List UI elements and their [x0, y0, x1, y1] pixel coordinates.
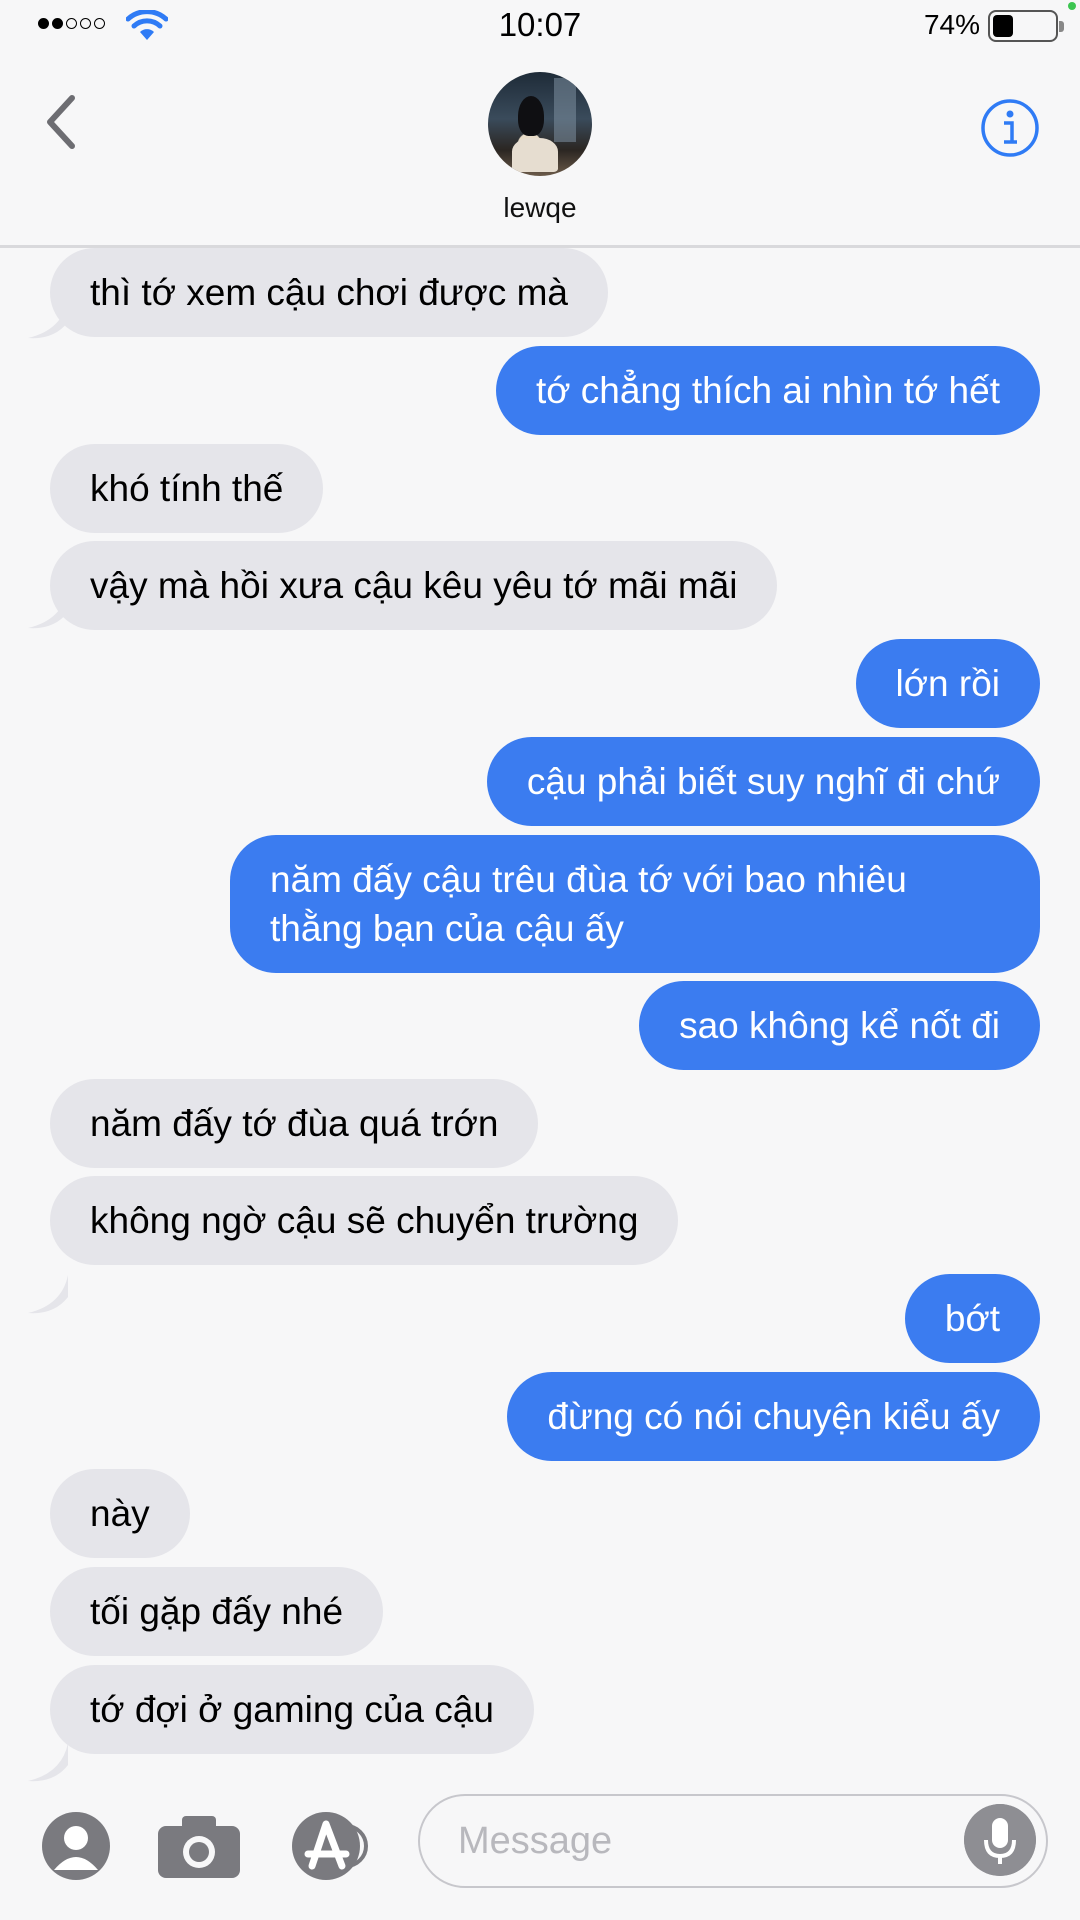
- message-incoming[interactable]: tớ đợi ở gaming của cậu: [50, 1665, 534, 1754]
- message-outgoing[interactable]: lớn rồi: [855, 639, 1040, 728]
- message-outgoing[interactable]: bớt: [904, 1274, 1040, 1363]
- battery-percentage: 74%: [923, 9, 980, 40]
- contact-avatar[interactable]: [488, 72, 592, 176]
- clock: 10:07: [498, 6, 582, 43]
- message-outgoing[interactable]: tớ chẳng thích ai nhìn tớ hết: [495, 346, 1040, 435]
- message-placeholder: Message: [458, 1820, 613, 1862]
- info-icon[interactable]: [980, 98, 1040, 158]
- message-outgoing[interactable]: đừng có nói chuyện kiểu ấy: [507, 1372, 1040, 1461]
- message-incoming[interactable]: năm đấy tớ đùa quá trớn: [50, 1079, 539, 1168]
- message-outgoing[interactable]: sao không kể nốt đi: [639, 981, 1040, 1070]
- camera-icon[interactable]: [156, 1812, 242, 1880]
- message-incoming[interactable]: tối gặp đấy nhé: [50, 1567, 384, 1656]
- compose-bar: Message: [0, 1780, 1080, 1920]
- status-bar: 10:07 74%: [0, 0, 1080, 52]
- person-icon[interactable]: [40, 1810, 112, 1882]
- bubble-tail: [28, 1275, 68, 1314]
- conversation-header: lewqe: [0, 52, 1080, 248]
- microphone-icon[interactable]: [964, 1804, 1036, 1876]
- message-incoming[interactable]: thì tớ xem cậu chơi được mà: [50, 248, 608, 337]
- message-incoming[interactable]: khó tính thế: [50, 444, 324, 533]
- message-incoming[interactable]: vậy mà hồi xưa cậu kêu yêu tớ mãi mãi: [50, 541, 778, 630]
- message-thread: thì tớ xem cậu chơi được mà tớ chẳng thí…: [0, 248, 1080, 1782]
- bubble-tail: [28, 1743, 68, 1782]
- message-input[interactable]: Message: [418, 1794, 1048, 1888]
- message-incoming[interactable]: không ngờ cậu sẽ chuyển trường: [50, 1176, 679, 1265]
- app-store-icon[interactable]: [290, 1810, 382, 1882]
- message-outgoing[interactable]: cậu phải biết suy nghĩ đi chứ: [486, 737, 1040, 826]
- message-incoming[interactable]: này: [50, 1469, 190, 1558]
- recording-indicator: [1068, 2, 1076, 10]
- message-outgoing[interactable]: năm đấy cậu trêu đùa tớ với bao nhiêu th…: [230, 835, 1040, 973]
- battery-icon: [988, 10, 1064, 42]
- chevron-left-icon[interactable]: [40, 92, 80, 152]
- contact-name[interactable]: lewqe: [0, 192, 1080, 224]
